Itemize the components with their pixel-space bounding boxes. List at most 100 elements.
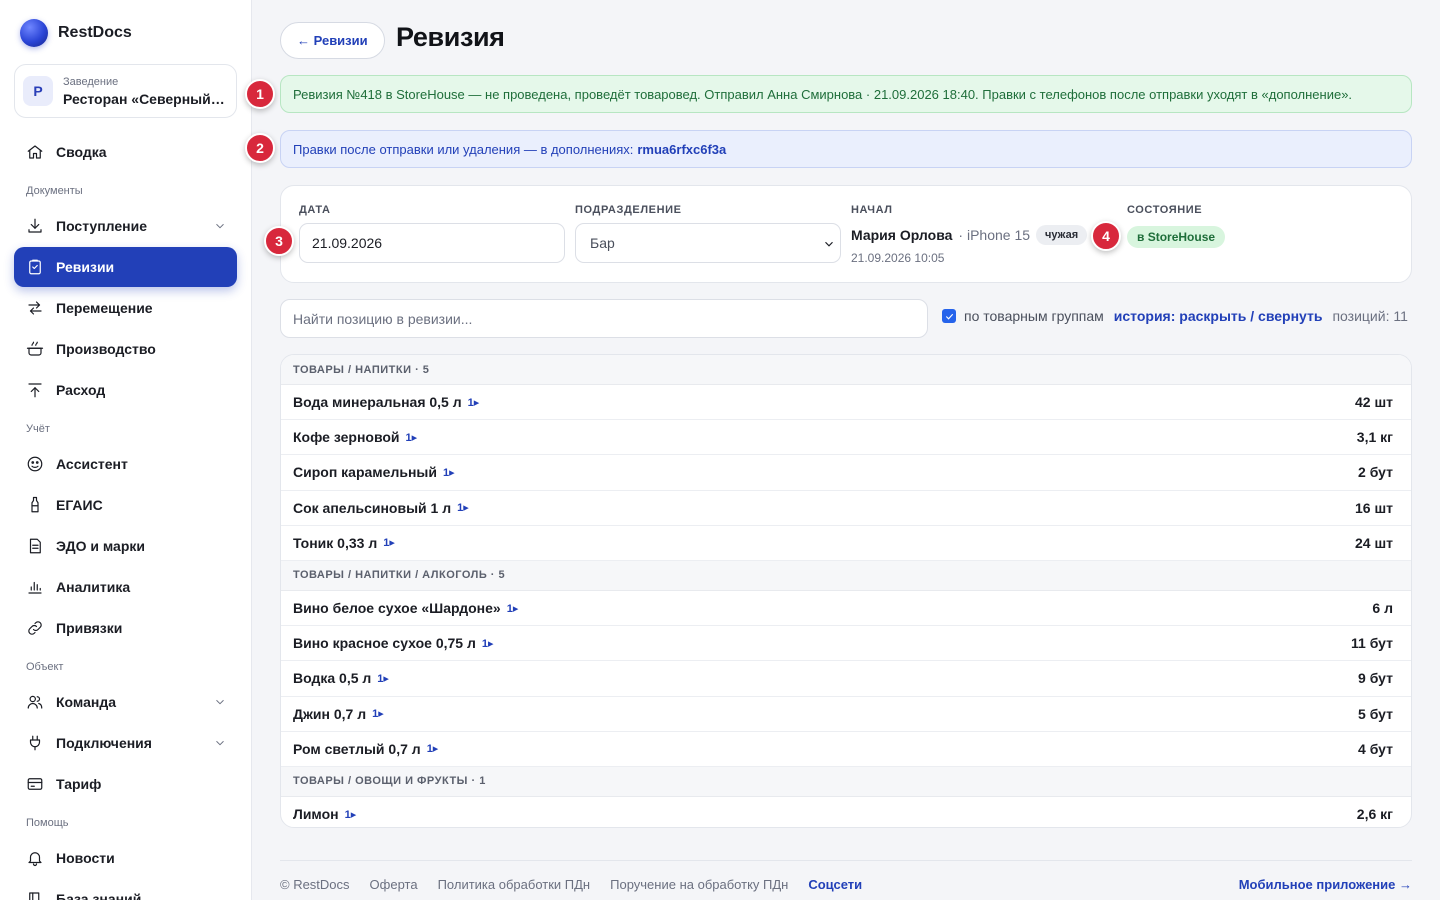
nav-item-summary[interactable]: Сводка: [14, 132, 237, 172]
item-name: Вода минеральная 0,5 л: [293, 394, 462, 411]
history-toggle-link[interactable]: история: раскрыть / свернуть: [1114, 308, 1323, 324]
item-history-toggle[interactable]: 1▸: [372, 707, 384, 720]
list-item[interactable]: Вино красное сухое 0,75 л 1▸ 11 бут: [281, 626, 1411, 662]
item-quantity: 16 шт: [1355, 499, 1393, 516]
nav-item-assistant[interactable]: Ассистент: [14, 444, 237, 484]
nav-item-production[interactable]: Производство: [14, 329, 237, 369]
list-item[interactable]: Кофе зерновой 1▸ 3,1 кг: [281, 420, 1411, 456]
list-item[interactable]: Вино белое сухое «Шардоне» 1▸ 6 л: [281, 591, 1411, 627]
item-history-toggle[interactable]: 1▸: [377, 672, 389, 685]
nav-item-label: Ассистент: [56, 456, 128, 472]
item-quantity: 5 бут: [1358, 705, 1393, 722]
addendum-banner: Правки после отправки или удаления — в д…: [280, 130, 1412, 168]
started-by-device: · iPhone 15: [958, 227, 1031, 243]
nav-section-accounting: Учёт: [26, 423, 50, 435]
nav-item-knowledge-base[interactable]: База знаний: [14, 879, 237, 900]
item-quantity: 2,6 кг: [1356, 806, 1393, 823]
chevron-down-icon: [822, 237, 836, 251]
nav-item-analytics[interactable]: Аналитика: [14, 567, 237, 607]
started-by-name: Мария Орлова: [851, 227, 953, 243]
page-title: Ревизия: [396, 22, 505, 52]
footer-mobile-app-link[interactable]: Мобильное приложение →: [1239, 877, 1412, 892]
item-name: Лимон: [293, 806, 339, 823]
nav-item-expense[interactable]: Расход: [14, 370, 237, 410]
list-item[interactable]: Лимон 1▸ 2,6 кг: [281, 797, 1411, 827]
nav-item-label: База знаний: [56, 891, 142, 900]
nav-item-label: Поступление: [56, 218, 148, 234]
nav-item-tariff[interactable]: Тариф: [14, 764, 237, 804]
list-item[interactable]: Джин 0,7 л 1▸ 5 бут: [281, 697, 1411, 732]
list-item[interactable]: Тоник 0,33 л 1▸ 24 шт: [281, 526, 1411, 561]
list-item[interactable]: Водка 0,5 л 1▸ 9 бут: [281, 661, 1411, 697]
nav-item-news[interactable]: Новости: [14, 838, 237, 878]
group-by-category-label[interactable]: по товарным группам: [964, 308, 1104, 324]
nav-item-label: ЭДО и марки: [56, 538, 145, 554]
nav-item-label: ЕГАИС: [56, 497, 103, 513]
list-item[interactable]: Сироп карамельный 1▸ 2 бут: [281, 455, 1411, 491]
status-banner-text: Ревизия №418 в StoreHouse — не проведена…: [293, 86, 1353, 102]
positions-count: позиций: 11: [1332, 308, 1408, 324]
item-history-toggle[interactable]: 1▸: [507, 602, 519, 615]
nav-section-help: Помощь: [26, 817, 69, 829]
addendum-code-link[interactable]: rmua6rfxc6f3a: [637, 142, 726, 157]
nav-item-revisions[interactable]: Ревизии: [14, 247, 237, 287]
list-item[interactable]: Вода минеральная 0,5 л 1▸ 42 шт: [281, 385, 1411, 421]
revision-info-card: ДАТА 21.09.2026 ПОДРАЗДЕЛЕНИЕ Бар НАЧАЛ …: [280, 185, 1412, 283]
nav-item-label: Аналитика: [56, 579, 131, 595]
nav-item-label: Команда: [56, 694, 116, 710]
item-name: Ром светлый 0,7 л: [293, 740, 421, 757]
list-item[interactable]: Сок апельсиновый 1 л 1▸ 16 шт: [281, 491, 1411, 526]
back-to-revisions-button[interactable]: ← Ревизии: [280, 22, 385, 59]
department-value: Бар: [590, 235, 615, 251]
department-select[interactable]: Бар: [575, 223, 841, 263]
footer-privacy-link[interactable]: Политика обработки ПДн: [438, 877, 591, 892]
venue-switcher[interactable]: Р Заведение Ресторан «Северный берег»: [14, 64, 237, 118]
item-history-toggle[interactable]: 1▸: [482, 637, 494, 650]
date-field[interactable]: 21.09.2026: [299, 223, 565, 263]
nav-item-label: Перемещение: [56, 300, 153, 316]
chevron-down-icon[interactable]: [213, 736, 227, 750]
nav-item-incoming[interactable]: Поступление: [14, 206, 237, 246]
page-footer: © RestDocs Оферта Политика обработки ПДн…: [280, 860, 1412, 892]
venue-name: Ресторан «Северный берег»: [63, 90, 228, 107]
item-history-toggle[interactable]: 1▸: [443, 466, 455, 479]
nav-section-object: Объект: [26, 661, 64, 673]
clipboard-check-icon: [26, 258, 44, 276]
nav-item-team[interactable]: Команда: [14, 682, 237, 722]
nav-item-label: Ревизии: [56, 259, 115, 275]
footer-social-link[interactable]: Соцсети: [808, 877, 862, 892]
brand-logo: [20, 19, 48, 47]
item-history-toggle[interactable]: 1▸: [406, 431, 418, 444]
group-header: ТОВАРЫ / ОВОЩИ И ФРУКТЫ · 1: [281, 766, 1411, 797]
group-header: ТОВАРЫ / НАПИТКИ · 5: [281, 355, 1411, 385]
nav-item-transfer[interactable]: Перемещение: [14, 288, 237, 328]
nav-item-bindings[interactable]: Привязки: [14, 608, 237, 648]
footer-offer-link[interactable]: Оферта: [370, 877, 418, 892]
link-icon: [26, 619, 44, 637]
group-by-category-checkbox[interactable]: [942, 309, 956, 323]
nav-item-egais[interactable]: ЕГАИС: [14, 485, 237, 525]
nav-item-label: Привязки: [56, 620, 123, 636]
item-history-toggle[interactable]: 1▸: [468, 396, 480, 409]
sidebar-nav: Сводка Документы Поступление Ревизии Пер…: [14, 132, 237, 900]
item-history-toggle[interactable]: 1▸: [383, 536, 395, 549]
nav-item-label: Расход: [56, 382, 106, 398]
sidebar: RestDocs Р Заведение Ресторан «Северный …: [0, 0, 252, 900]
nav-item-edo[interactable]: ЭДО и марки: [14, 526, 237, 566]
addendum-text: Правки после отправки или удаления — в д…: [293, 141, 634, 157]
chevron-down-icon[interactable]: [213, 219, 227, 233]
status-banner: Ревизия №418 в StoreHouse — не проведена…: [280, 75, 1412, 113]
item-history-toggle[interactable]: 1▸: [457, 501, 469, 514]
item-history-toggle[interactable]: 1▸: [427, 742, 439, 755]
book-icon: [26, 890, 44, 900]
venue-label: Заведение: [63, 75, 119, 88]
brand[interactable]: RestDocs: [20, 19, 132, 47]
list-item[interactable]: Ром светлый 0,7 л 1▸ 4 бут: [281, 732, 1411, 767]
chevron-down-icon[interactable]: [213, 695, 227, 709]
item-history-toggle[interactable]: 1▸: [345, 808, 357, 821]
footer-consent-link[interactable]: Поручение на обработку ПДн: [610, 877, 788, 892]
nav-item-connections[interactable]: Подключения: [14, 723, 237, 763]
users-icon: [26, 693, 44, 711]
started-time: 21.09.2026 10:05: [851, 251, 945, 265]
search-input[interactable]: Найти позицию в ревизии...: [280, 299, 928, 338]
